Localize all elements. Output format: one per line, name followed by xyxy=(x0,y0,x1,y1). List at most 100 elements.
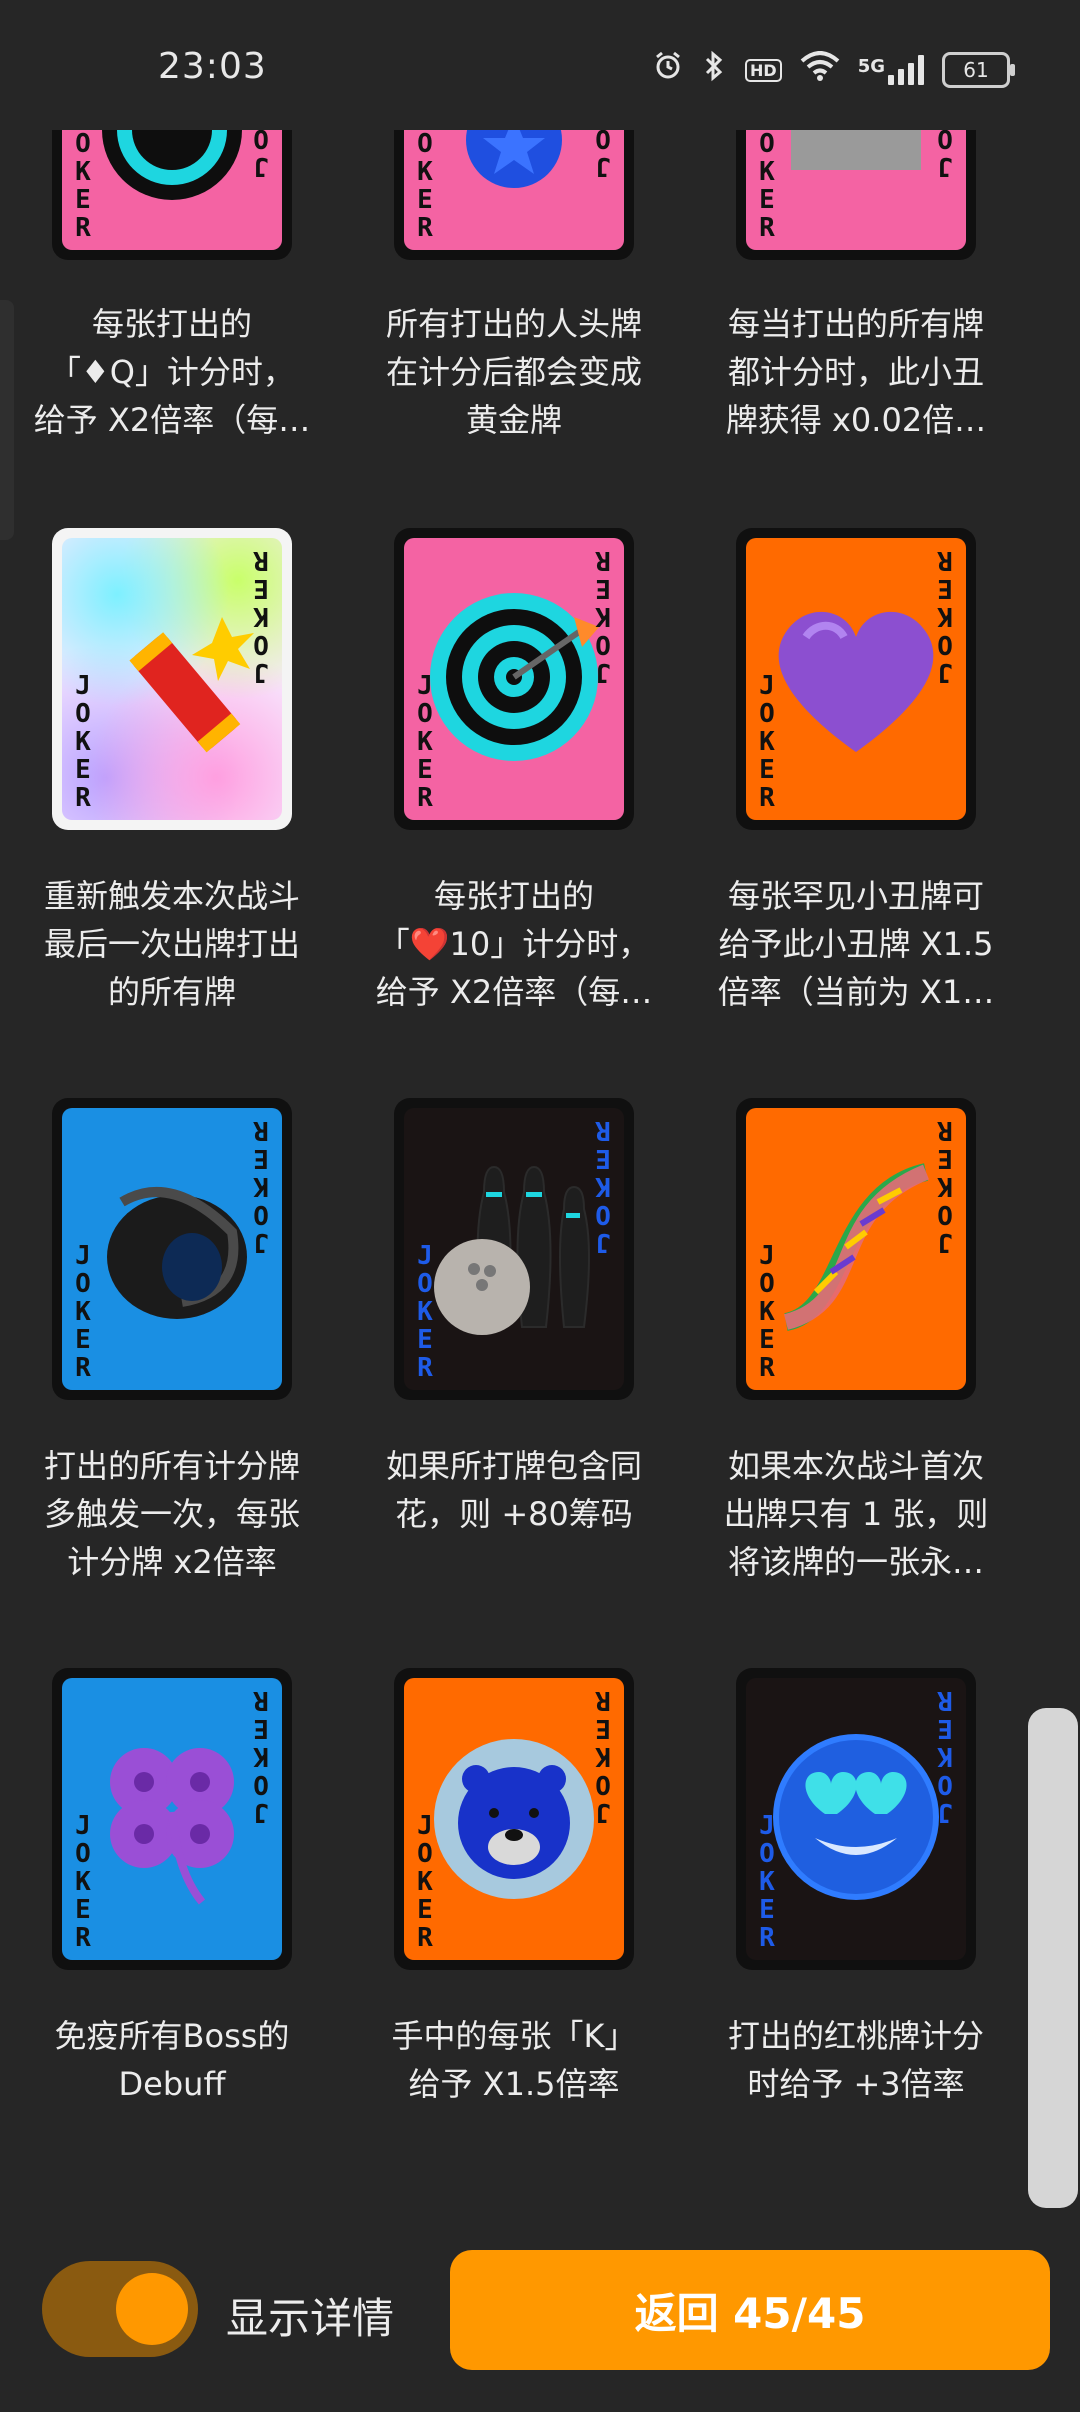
joker-letter: R xyxy=(759,1353,775,1383)
joker-description: 每张罕见小丑牌可 给予此小丑牌 X1.5 倍率（当前为 X1… xyxy=(706,872,1006,1016)
joker-letter: E xyxy=(595,1713,611,1743)
joker-card[interactable]: JOKERJOKER xyxy=(394,130,634,260)
joker-letter: J xyxy=(937,1797,953,1827)
joker-label-left: JOKER xyxy=(754,1812,780,1952)
target-icon xyxy=(97,130,247,224)
description-line: 如果所打牌包含同 xyxy=(385,1447,642,1485)
joker-letter: J xyxy=(75,671,91,701)
joker-letter: K xyxy=(937,1171,953,1201)
description-line: 时给予 +3倍率 xyxy=(747,2065,965,2103)
scrollbar-thumb[interactable] xyxy=(1028,1708,1078,2208)
joker-letter: R xyxy=(253,1115,269,1145)
joker-letter: O xyxy=(759,1269,775,1299)
firecracker-icon xyxy=(72,577,272,781)
joker-grid: JOKERJOKER每张打出的「♦Q」计分时，给予 X2倍率（每…JOKERJO… xyxy=(0,0,1080,2200)
joker-letter: E xyxy=(75,1325,91,1355)
joker-description: 手中的每张「K」 给予 X1.5倍率 xyxy=(364,2012,664,2108)
joker-letter: O xyxy=(759,130,775,159)
joker-letter: O xyxy=(595,1199,611,1229)
description-line: 最后一次出牌打出 xyxy=(43,925,300,963)
joker-letter: E xyxy=(937,1143,953,1173)
joker-card[interactable]: JOKERJOKER xyxy=(736,130,976,260)
joker-label-right: JOKER xyxy=(932,545,958,687)
description-line: 计分牌 x2倍率 xyxy=(67,1543,277,1581)
back-button[interactable]: 返回 45/45 xyxy=(450,2250,1050,2370)
description-line: 都计分时，此小丑 xyxy=(727,353,984,391)
joker-letter: J xyxy=(759,1811,775,1841)
joker-card[interactable]: JOKERJOKER xyxy=(52,130,292,260)
joker-letter: K xyxy=(417,1867,433,1897)
joker-letter: K xyxy=(75,1867,91,1897)
joker-letter: J xyxy=(759,671,775,701)
joker-letter: E xyxy=(595,573,611,603)
description-line: 给予 X2倍率（每… xyxy=(33,401,311,439)
joker-letter: E xyxy=(417,1895,433,1925)
joker-description: 重新触发本次战斗 最后一次出牌打出 的所有牌 xyxy=(22,872,322,1016)
joker-letter: J xyxy=(75,1241,91,1271)
joker-letter: E xyxy=(759,755,775,785)
description-line: 打出的红桃牌计分 xyxy=(727,2017,984,2055)
joker-letter: O xyxy=(417,1269,433,1299)
show-details-toggle[interactable] xyxy=(42,2261,198,2357)
joker-letter: J xyxy=(595,1227,611,1257)
joker-letter: K xyxy=(253,1741,269,1771)
joker-letter: J xyxy=(253,151,269,181)
joker-letter: E xyxy=(759,1895,775,1925)
description-line: 每当打出的所有牌 xyxy=(727,305,984,343)
joker-letter: E xyxy=(253,1713,269,1743)
joker-letter: O xyxy=(75,1269,91,1299)
joker-card-face: JOKERJOKER xyxy=(746,538,966,820)
joker-card-face: JOKERJOKER xyxy=(62,130,282,250)
joker-letter: O xyxy=(595,629,611,659)
joker-letter: O xyxy=(595,130,611,153)
blue-star-coin-icon xyxy=(459,130,569,224)
joker-letter: K xyxy=(75,157,91,187)
joker-letter: E xyxy=(253,573,269,603)
joker-card-face: JOKERJOKER xyxy=(746,1108,966,1390)
description-line: 重新触发本次战斗 xyxy=(43,877,300,915)
joker-label-right: JOKER xyxy=(248,1685,274,1827)
joker-card[interactable]: JOKERJOKER xyxy=(394,1668,634,1970)
joker-letter: R xyxy=(417,213,433,243)
joker-letter: K xyxy=(417,1297,433,1327)
joker-description: 每当打出的所有牌 都计分时，此小丑 牌获得 x0.02倍… xyxy=(706,300,1006,444)
joker-card[interactable]: JOKERJOKER xyxy=(52,1098,292,1400)
joker-letter: O xyxy=(253,130,269,153)
joker-label-left: JOKER xyxy=(754,1242,780,1382)
joker-letter: O xyxy=(253,1769,269,1799)
joker-description: 免疫所有Boss的 Debuff xyxy=(22,2012,322,2108)
joker-letter: O xyxy=(253,1199,269,1229)
description-line: 倍率（当前为 X1… xyxy=(717,973,995,1011)
joker-letter: R xyxy=(595,545,611,575)
joker-label-left: JOKER xyxy=(70,1812,96,1952)
joker-card[interactable]: JOKER JOKER xyxy=(52,1668,292,1970)
description-line: 给予 X2倍率（每… xyxy=(375,973,653,1011)
joker-description: 打出的红桃牌计分 时给予 +3倍率 xyxy=(706,2012,1006,2108)
joker-description: 所有打出的人头牌 在计分后都会变成 黄金牌 xyxy=(364,300,664,444)
joker-letter: R xyxy=(417,1923,433,1953)
description-line: 每张罕见小丑牌可 xyxy=(727,877,984,915)
joker-letter: R xyxy=(937,545,953,575)
joker-letter: O xyxy=(417,130,433,159)
joker-letter: E xyxy=(75,755,91,785)
joker-card[interactable]: JOKERJOKER xyxy=(394,528,634,830)
joker-letter: K xyxy=(417,727,433,757)
joker-letter: E xyxy=(417,1325,433,1355)
show-details-label: 显示详情 xyxy=(226,2294,395,2343)
joker-letter: O xyxy=(595,1769,611,1799)
joker-letter: K xyxy=(75,1297,91,1327)
joker-label-left: JOKER xyxy=(412,1242,438,1382)
joker-card-face: JOKERJOKER xyxy=(404,538,624,820)
joker-card[interactable]: JOKERJOKER xyxy=(736,528,976,830)
joker-card[interactable]: JOKERJOKER xyxy=(736,1668,976,1970)
joker-card-face: JOKERJOKER xyxy=(746,1678,966,1960)
joker-label-right: JOKER xyxy=(590,130,616,181)
joker-card[interactable]: JOKERJOKER xyxy=(394,1098,634,1400)
joker-letter: O xyxy=(75,699,91,729)
joker-letter: E xyxy=(75,1895,91,1925)
bowling-icon xyxy=(424,1147,604,1351)
joker-card[interactable]: JOKERJOKER xyxy=(736,1098,976,1400)
joker-card[interactable]: JOKERJOKER xyxy=(52,528,292,830)
joker-letter: K xyxy=(75,727,91,757)
joker-description: 每张打出的 「♦Q」计分时， 给予 X2倍率（每… xyxy=(22,300,322,444)
